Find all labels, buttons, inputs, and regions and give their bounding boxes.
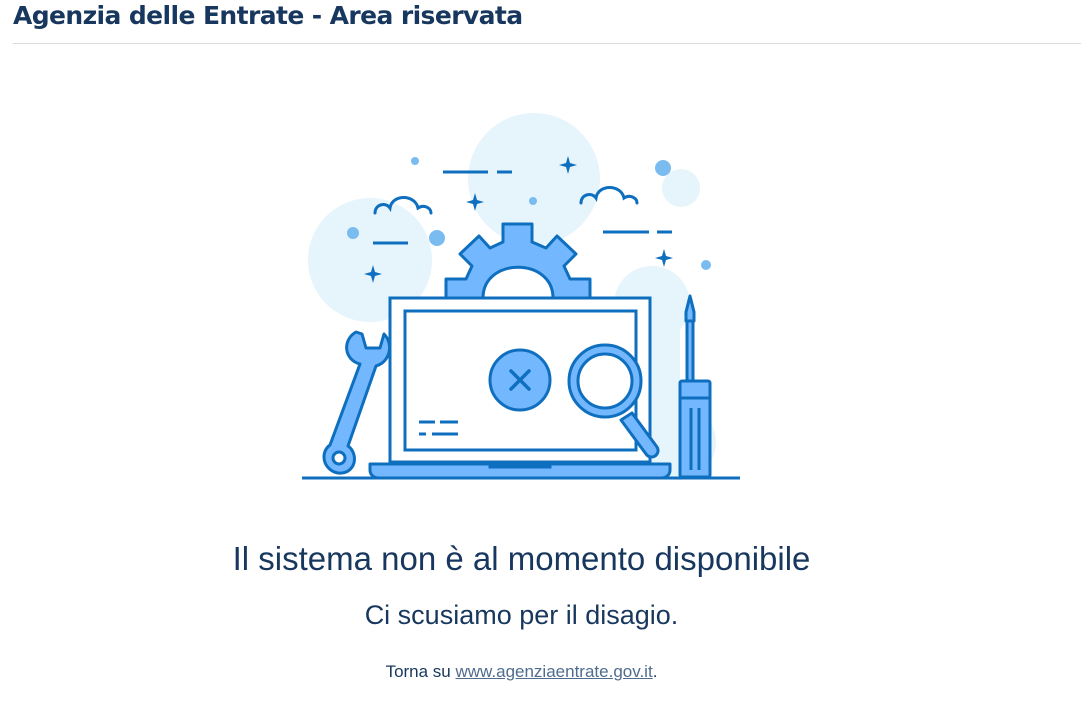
- maintenance-illustration: [300, 112, 742, 484]
- apology-message: Ci scusiamo per il disagio.: [364, 600, 679, 630]
- page-title: Agenzia delle Entrate - Area riservata: [13, 1, 523, 30]
- maintenance-illustration-graphic: [302, 113, 740, 480]
- wrench-icon: [322, 330, 392, 475]
- agenzia-entrate-link[interactable]: www.agenziaentrate.gov.it: [456, 662, 653, 681]
- unavailable-message: Il sistema non è al momento disponibile: [232, 540, 811, 577]
- back-link-suffix: .: [652, 662, 658, 681]
- error-icon: [488, 348, 552, 412]
- back-link-line: Torna su www.agenziaentrate.gov.it.: [0, 662, 1043, 682]
- back-link-prefix: Torna su: [385, 662, 451, 681]
- page-header: Agenzia delle Entrate - Area riservata: [13, 0, 1081, 44]
